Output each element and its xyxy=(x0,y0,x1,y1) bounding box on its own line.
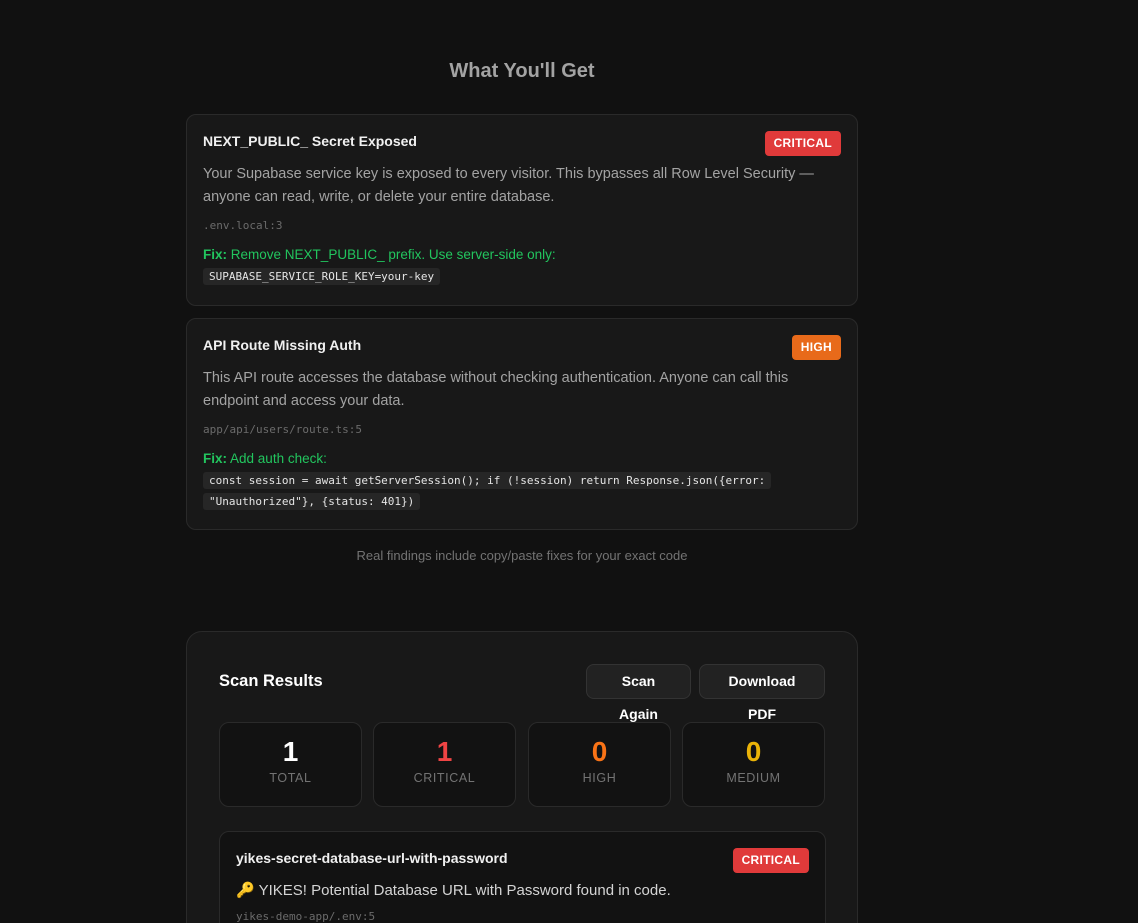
stat-medium: 0 MEDIUM xyxy=(682,722,825,807)
severity-badge: HIGH xyxy=(791,335,841,360)
finding-title: API Route Missing Auth xyxy=(203,337,362,353)
stat-high-value: 0 xyxy=(591,736,608,767)
stat-critical-value: 1 xyxy=(436,736,453,767)
stat-medium-label: MEDIUM xyxy=(726,771,781,785)
finding-fix: Fix: Remove NEXT_PUBLIC_ prefix. Use ser… xyxy=(203,245,841,265)
severity-badge: CRITICAL xyxy=(732,848,809,873)
stat-high-label: HIGH xyxy=(582,771,617,785)
fix-text: Remove NEXT_PUBLIC_ prefix. Use server-s… xyxy=(230,247,556,262)
stat-total-label: TOTAL xyxy=(269,771,312,785)
stat-high: 0 HIGH xyxy=(528,722,671,807)
scan-again-button[interactable]: Scan Again xyxy=(586,664,691,722)
scan-results-title: Scan Results xyxy=(219,672,323,690)
fix-label: Fix: xyxy=(203,451,228,466)
severity-badge: CRITICAL xyxy=(764,131,841,156)
scan-results-panel: Scan Results Scan Again Download PDF 1 T… xyxy=(186,631,858,923)
stat-total: 1 TOTAL xyxy=(219,722,362,807)
stat-critical: 1 CRITICAL xyxy=(373,722,516,807)
page: What You'll Get NEXT_PUBLIC_ Secret Expo… xyxy=(0,0,1138,923)
fix-code-line: const session = await getServerSession()… xyxy=(203,470,841,512)
fix-code: const session = await getServerSession()… xyxy=(203,472,772,510)
result-finding-title: yikes-secret-database-url-with-password xyxy=(236,850,508,866)
example-finding-card: API Route Missing Auth HIGH This API rou… xyxy=(186,318,858,530)
findings-note: Real findings include copy/paste fixes f… xyxy=(356,548,688,563)
finding-fix: Fix: Add auth check: xyxy=(203,449,841,469)
fix-label: Fix: xyxy=(203,247,228,262)
stat-critical-label: CRITICAL xyxy=(413,771,476,785)
stat-medium-value: 0 xyxy=(745,736,762,767)
example-finding-card: NEXT_PUBLIC_ Secret Exposed CRITICAL You… xyxy=(186,114,858,306)
finding-description: Your Supabase service key is exposed to … xyxy=(203,166,814,205)
download-pdf-button[interactable]: Download PDF xyxy=(699,664,825,722)
stat-total-value: 1 xyxy=(282,736,299,767)
result-finding-description: 🔑 YIKES! Potential Database URL with Pas… xyxy=(236,882,671,899)
section-title: What You'll Get xyxy=(449,60,595,82)
finding-file: app/api/users/route.ts:5 xyxy=(203,423,362,436)
finding-description: This API route accesses the database wit… xyxy=(203,370,789,409)
result-finding-file: yikes-demo-app/.env:5 xyxy=(236,910,376,923)
fix-code-line: SUPABASE_SERVICE_ROLE_KEY=your-key xyxy=(203,266,841,287)
fix-code: SUPABASE_SERVICE_ROLE_KEY=your-key xyxy=(203,268,441,285)
fix-text: Add auth check: xyxy=(230,451,327,466)
finding-title: NEXT_PUBLIC_ Secret Exposed xyxy=(203,133,417,149)
result-finding-card: yikes-secret-database-url-with-password … xyxy=(219,831,826,923)
finding-file: .env.local:3 xyxy=(203,219,283,232)
